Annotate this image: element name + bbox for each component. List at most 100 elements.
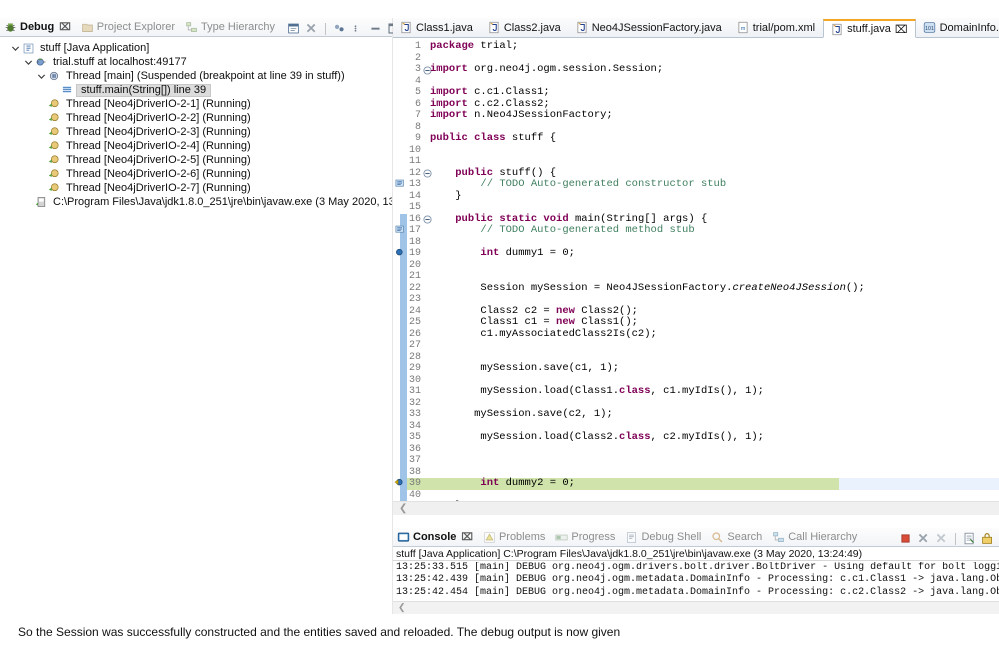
editor-tab-label: DomainInfo.class — [939, 21, 999, 34]
view-menu-chevron-icon[interactable] — [351, 22, 364, 35]
debug-tree-item[interactable]: C:\Program Files\Java\jdk1.8.0_251\jre\b… — [0, 195, 392, 209]
console-tab-debug-shell[interactable]: Debug Shell — [621, 528, 707, 546]
toolbar-separator — [325, 22, 327, 35]
code-text: } — [430, 189, 462, 202]
line-number: 18 — [408, 236, 421, 248]
code-line: 7 import n.Neo4JSessionFactory; — [393, 109, 999, 122]
console-tab-search[interactable]: Search — [707, 528, 768, 546]
console-tab-progress[interactable]: Progress — [551, 528, 621, 546]
editor-tab-neo4jsessionfactory-java[interactable]: Neo4JSessionFactory.java — [569, 18, 730, 37]
debug-tree-item[interactable]: trial.stuff at localhost:49177 — [0, 55, 392, 69]
debug-tree-item[interactable]: Thread [Neo4jDriverIO-2-7] (Running) — [0, 181, 392, 195]
debug-tree-item[interactable]: Thread [Neo4jDriverIO-2-1] (Running) — [0, 97, 392, 111]
debug-tree-item[interactable]: Thread [Neo4jDriverIO-2-6] (Running) — [0, 167, 392, 181]
debug-tree-item[interactable]: Thread [main] (Suspended (breakpoint at … — [0, 69, 392, 83]
debug-tree-item-label: stuff.main(String[]) line 39 — [76, 83, 212, 97]
tree-twisty-empty — [36, 141, 47, 152]
todo-marker-icon[interactable] — [394, 179, 407, 190]
line-number: 12 — [408, 167, 421, 179]
debug-view-tab-debug[interactable]: Debug ⌧ — [0, 18, 77, 36]
console-tabstrip: Console ⌧ Problems Progress Debug Shell Searc… — [393, 528, 999, 547]
editor-horizontal-scrollbar[interactable]: ❮ — [393, 501, 999, 515]
console-tab-console[interactable]: Console ⌧ — [393, 528, 479, 546]
remove-all-terminated-icon[interactable] — [305, 22, 318, 35]
minimize-icon[interactable] — [369, 22, 382, 35]
code-line: 40 — [393, 490, 999, 502]
todo-marker-icon[interactable] — [394, 225, 407, 236]
debug-tree-item[interactable]: Thread [Neo4jDriverIO-2-5] (Running) — [0, 153, 392, 167]
code-text: Session mySession = Neo4JSessionFactory.… — [430, 281, 865, 294]
close-icon[interactable]: ⌧ — [895, 23, 908, 36]
debug-tree-item-label: trial.stuff at localhost:49177 — [53, 55, 187, 68]
console-launch-header: stuff [Java Application] C:\Program File… — [393, 548, 999, 561]
thread-running-icon — [47, 154, 61, 167]
debug-tree-item[interactable]: stuff [Java Application] — [0, 41, 392, 55]
debug-view-toolbar — [281, 22, 405, 36]
debug-tree-item[interactable]: Thread [Neo4jDriverIO-2-2] (Running) — [0, 111, 392, 125]
debug-target-icon — [34, 56, 48, 69]
tab-label: Progress — [571, 531, 616, 543]
close-icon[interactable]: ⌧ — [461, 532, 473, 543]
console-tab-problems[interactable]: Problems — [479, 528, 551, 546]
breakpoint-icon[interactable] — [394, 248, 407, 259]
console-toggle-icon[interactable] — [287, 22, 300, 35]
console-scroll-left-arrow-icon[interactable]: ❮ — [398, 602, 406, 613]
code-editor[interactable]: 1 package trial; 2 3 import org.neo4j.ogm.se… — [393, 38, 999, 515]
terminate-icon[interactable] — [899, 532, 912, 545]
scroll-left-arrow-icon[interactable]: ❮ — [399, 503, 407, 514]
thread-running-icon — [47, 98, 61, 111]
chevron-down-icon[interactable] — [36, 71, 47, 82]
line-number: 4 — [414, 75, 421, 87]
process-icon — [34, 196, 48, 209]
editor-tab-label: Class1.java — [416, 21, 473, 34]
debug-tree-item-label: Thread [Neo4jDriverIO-2-5] (Running) — [66, 153, 251, 166]
code-text: int dummy1 = 0; — [480, 247, 575, 259]
editor-tab-stuff-java[interactable]: stuff.java ⌧ — [823, 19, 916, 38]
code-line: 1 package trial; — [393, 40, 999, 53]
console-toolbar — [893, 532, 999, 546]
project-explorer-icon — [81, 21, 94, 34]
code-text: mySession.load(Class1.class, c1.myIdIs()… — [430, 385, 764, 397]
console-output[interactable]: 13:25:33.515 [main] DEBUG org.neo4j.ogm.… — [393, 562, 999, 601]
java-file-icon — [576, 21, 588, 34]
code-line: 27 — [393, 340, 999, 352]
debug-tree-item[interactable]: Thread [Neo4jDriverIO-2-3] (Running) — [0, 125, 392, 139]
debug-tree-item-label: Thread [Neo4jDriverIO-2-2] (Running) — [66, 111, 251, 124]
editor-tab-class2-java[interactable]: Class2.java — [481, 18, 569, 37]
editor-tabstrip: Class1.java Class2.java Neo4JSessionFactor… — [393, 18, 999, 38]
editor-tab-label: trial/pom.xml — [752, 21, 816, 34]
line-number: 38 — [408, 466, 421, 478]
debug-tree-item-label: Thread [Neo4jDriverIO-2-6] (Running) — [66, 167, 251, 180]
debug-view-tab-project-explorer[interactable]: Project Explorer — [77, 18, 181, 36]
console-horizontal-scrollbar[interactable]: ❮ — [393, 601, 999, 614]
open-console-icon[interactable] — [963, 532, 976, 545]
code-line: 33 mySession.save(c2, 1); — [393, 408, 999, 421]
editor-tab-domaininfo-class[interactable]: 101 DomainInfo.class — [916, 18, 999, 37]
debug-tree-item[interactable]: Thread [Neo4jDriverIO-2-4] (Running) — [0, 139, 392, 153]
line-number: 35 — [408, 432, 421, 443]
svg-text:m: m — [741, 26, 746, 32]
debug-view-tab-type-hierarchy[interactable]: Type Hierarchy — [181, 18, 281, 36]
code-line: 31 mySession.load(Class1.class, c1.myIdI… — [393, 385, 999, 398]
editor-tab-trial-pom-xml[interactable]: m trial/pom.xml — [730, 18, 823, 37]
editor-tab-class1-java[interactable]: Class1.java — [393, 18, 481, 37]
tab-label: Console — [413, 531, 457, 543]
line-number: 3 — [414, 64, 421, 75]
debug-tree-item-label: Thread [Neo4jDriverIO-2-7] (Running) — [66, 181, 251, 194]
remove-launch-icon[interactable] — [917, 532, 930, 545]
code-line: 36 — [393, 444, 999, 456]
search-icon — [711, 531, 724, 544]
view-menu-icon[interactable] — [333, 22, 346, 35]
tree-twisty-empty — [36, 169, 47, 180]
tree-twisty-empty — [36, 155, 47, 166]
thread-running-icon — [47, 126, 61, 139]
debug-tree[interactable]: stuff [Java Application] trial.stuff at l… — [0, 37, 392, 528]
chevron-down-icon[interactable] — [10, 43, 21, 54]
close-icon[interactable]: ⌧ — [59, 22, 71, 33]
chevron-down-icon[interactable] — [23, 57, 34, 68]
breakpoint-hit-icon[interactable] — [394, 478, 407, 489]
remove-all-terminated-launches-icon[interactable] — [935, 532, 948, 545]
debug-tree-item[interactable]: stuff.main(String[]) line 39 — [0, 83, 392, 97]
scroll-lock-icon[interactable] — [981, 532, 994, 545]
console-tab-call-hierarchy[interactable]: Call Hierarchy — [768, 528, 863, 546]
